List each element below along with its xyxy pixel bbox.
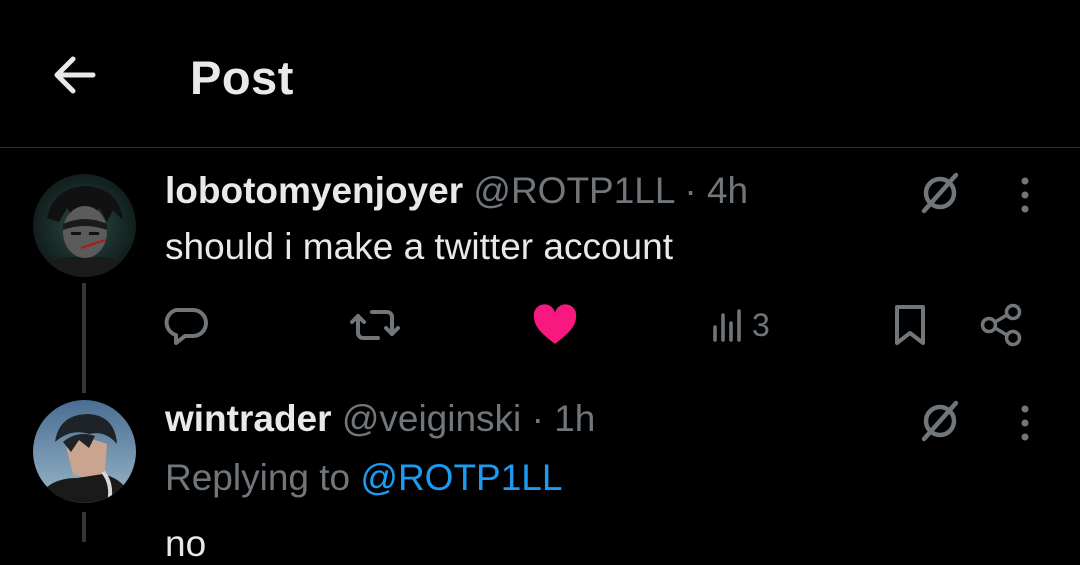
user-handle[interactable]: @veiginski (342, 398, 521, 439)
replying-to-label: Replying to (165, 457, 351, 498)
grok-button[interactable] (912, 396, 968, 446)
more-options-button[interactable] (1005, 170, 1045, 220)
separator-dot: · (684, 170, 697, 211)
views-count: 3 (752, 306, 770, 343)
top-app-bar: Post (0, 0, 1080, 147)
tweet-header: wintrader @veiginski · 1h (165, 398, 595, 440)
header-divider (0, 147, 1080, 148)
share-icon (980, 303, 1022, 347)
timestamp[interactable]: 4h (707, 170, 748, 211)
analytics-bars-icon (713, 309, 741, 342)
separator-dot: · (531, 398, 544, 439)
avatar[interactable] (33, 174, 136, 277)
thread-connector-line (82, 512, 86, 542)
share-button[interactable] (978, 300, 1026, 350)
more-vertical-icon (1021, 405, 1029, 441)
bookmark-icon (895, 305, 925, 345)
display-name[interactable]: wintrader (165, 398, 332, 439)
bookmark-button[interactable] (890, 300, 930, 350)
grok-button[interactable] (912, 168, 968, 218)
reply-button[interactable] (163, 300, 209, 350)
tweet-header: lobotomyenjoyer @ROTP1LL · 4h (165, 170, 748, 212)
page-title: Post (190, 51, 294, 104)
timestamp[interactable]: 1h (554, 398, 595, 439)
grok-icon (921, 172, 959, 214)
views-button[interactable]: 3 (710, 300, 770, 350)
user-avatar-image (33, 400, 136, 503)
grok-icon (921, 400, 959, 442)
avatar[interactable] (33, 400, 136, 503)
heart-filled-icon (533, 304, 577, 344)
back-button[interactable] (44, 50, 104, 100)
back-arrow-icon (54, 56, 96, 94)
repost-icon (350, 310, 400, 340)
more-options-button[interactable] (1005, 398, 1045, 448)
repost-button[interactable] (350, 300, 400, 350)
display-name[interactable]: lobotomyenjoyer (165, 170, 463, 211)
replying-to-line: Replying to @ROTP1LL (165, 457, 562, 499)
like-button[interactable] (532, 300, 578, 350)
tweet-text: no (165, 523, 207, 564)
more-vertical-icon (1021, 177, 1029, 213)
reply-bubble-icon (164, 308, 208, 345)
user-avatar-image (33, 174, 136, 277)
mention-link[interactable]: @ROTP1LL (360, 457, 562, 498)
user-handle[interactable]: @ROTP1LL (473, 170, 674, 211)
thread-connector-line (82, 283, 86, 393)
tweet-text: should i make a twitter account (165, 226, 673, 267)
